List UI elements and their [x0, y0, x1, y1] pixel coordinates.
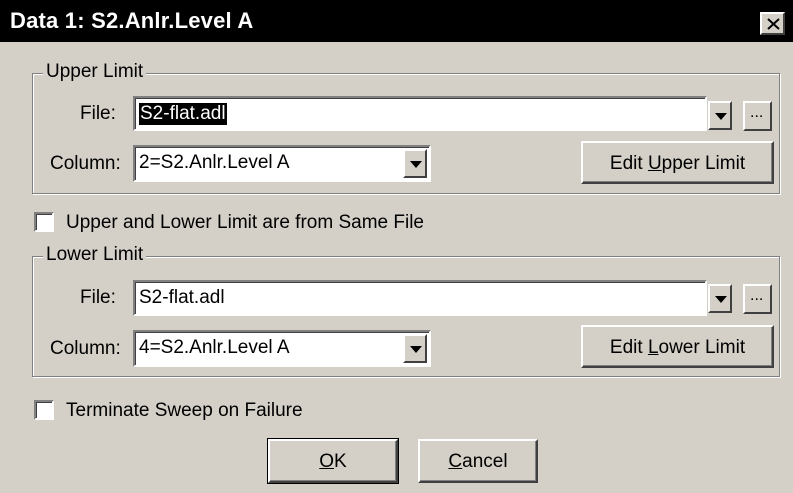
upper-file-input[interactable]: S2-flat.adl — [133, 96, 707, 131]
lower-file-browse-button[interactable]: ... — [743, 284, 772, 314]
window-title: Data 1: S2.Anlr.Level A — [10, 8, 254, 33]
upper-file-value: S2-flat.adl — [139, 103, 227, 125]
lower-column-value: 4=S2.Anlr.Level A — [139, 337, 290, 358]
upper-file-browse-button[interactable]: ... — [743, 101, 772, 131]
upper-column-dropdown-button[interactable] — [403, 149, 427, 178]
lower-limit-group-title: Lower Limit — [43, 244, 147, 266]
upper-browse-label: ... — [750, 104, 764, 121]
ok-button[interactable]: OK — [267, 438, 399, 484]
close-button[interactable] — [760, 12, 785, 35]
lower-column-dropdown-button[interactable] — [403, 334, 427, 363]
same-file-checkbox-label: Upper and Lower Limit are from Same File — [66, 212, 424, 233]
upper-column-value: 2=S2.Anlr.Level A — [139, 152, 290, 173]
chevron-down-icon — [410, 346, 422, 353]
dialog-window: Data 1: S2.Anlr.Level A Upper Limit File… — [0, 0, 793, 493]
lower-file-label: File: — [80, 287, 116, 308]
chevron-down-icon — [715, 113, 727, 120]
title-bar: Data 1: S2.Anlr.Level A — [0, 0, 793, 42]
same-file-checkbox[interactable] — [34, 212, 54, 232]
upper-column-label: Column: — [50, 153, 121, 174]
cancel-button[interactable]: Cancel — [418, 439, 538, 483]
edit-upper-limit-button[interactable]: Edit Upper Limit — [581, 141, 774, 184]
lower-column-select[interactable]: 4=S2.Anlr.Level A — [133, 330, 431, 367]
chevron-down-icon — [410, 161, 422, 168]
upper-limit-group-title: Upper Limit — [43, 61, 147, 83]
upper-file-dropdown-button[interactable] — [708, 101, 732, 130]
lower-column-label: Column: — [50, 338, 121, 359]
terminate-sweep-checkbox[interactable] — [34, 400, 54, 420]
upper-file-label: File: — [80, 103, 116, 124]
upper-column-select[interactable]: 2=S2.Anlr.Level A — [133, 145, 431, 182]
lower-browse-label: ... — [750, 287, 764, 304]
edit-lower-limit-button[interactable]: Edit Lower Limit — [581, 325, 774, 368]
terminate-sweep-checkbox-label: Terminate Sweep on Failure — [66, 400, 303, 421]
lower-file-value: S2-flat.adl — [139, 287, 225, 308]
close-icon — [767, 18, 780, 30]
chevron-down-icon — [715, 296, 727, 303]
lower-file-input[interactable]: S2-flat.adl — [133, 280, 707, 316]
lower-file-dropdown-button[interactable] — [708, 284, 732, 313]
